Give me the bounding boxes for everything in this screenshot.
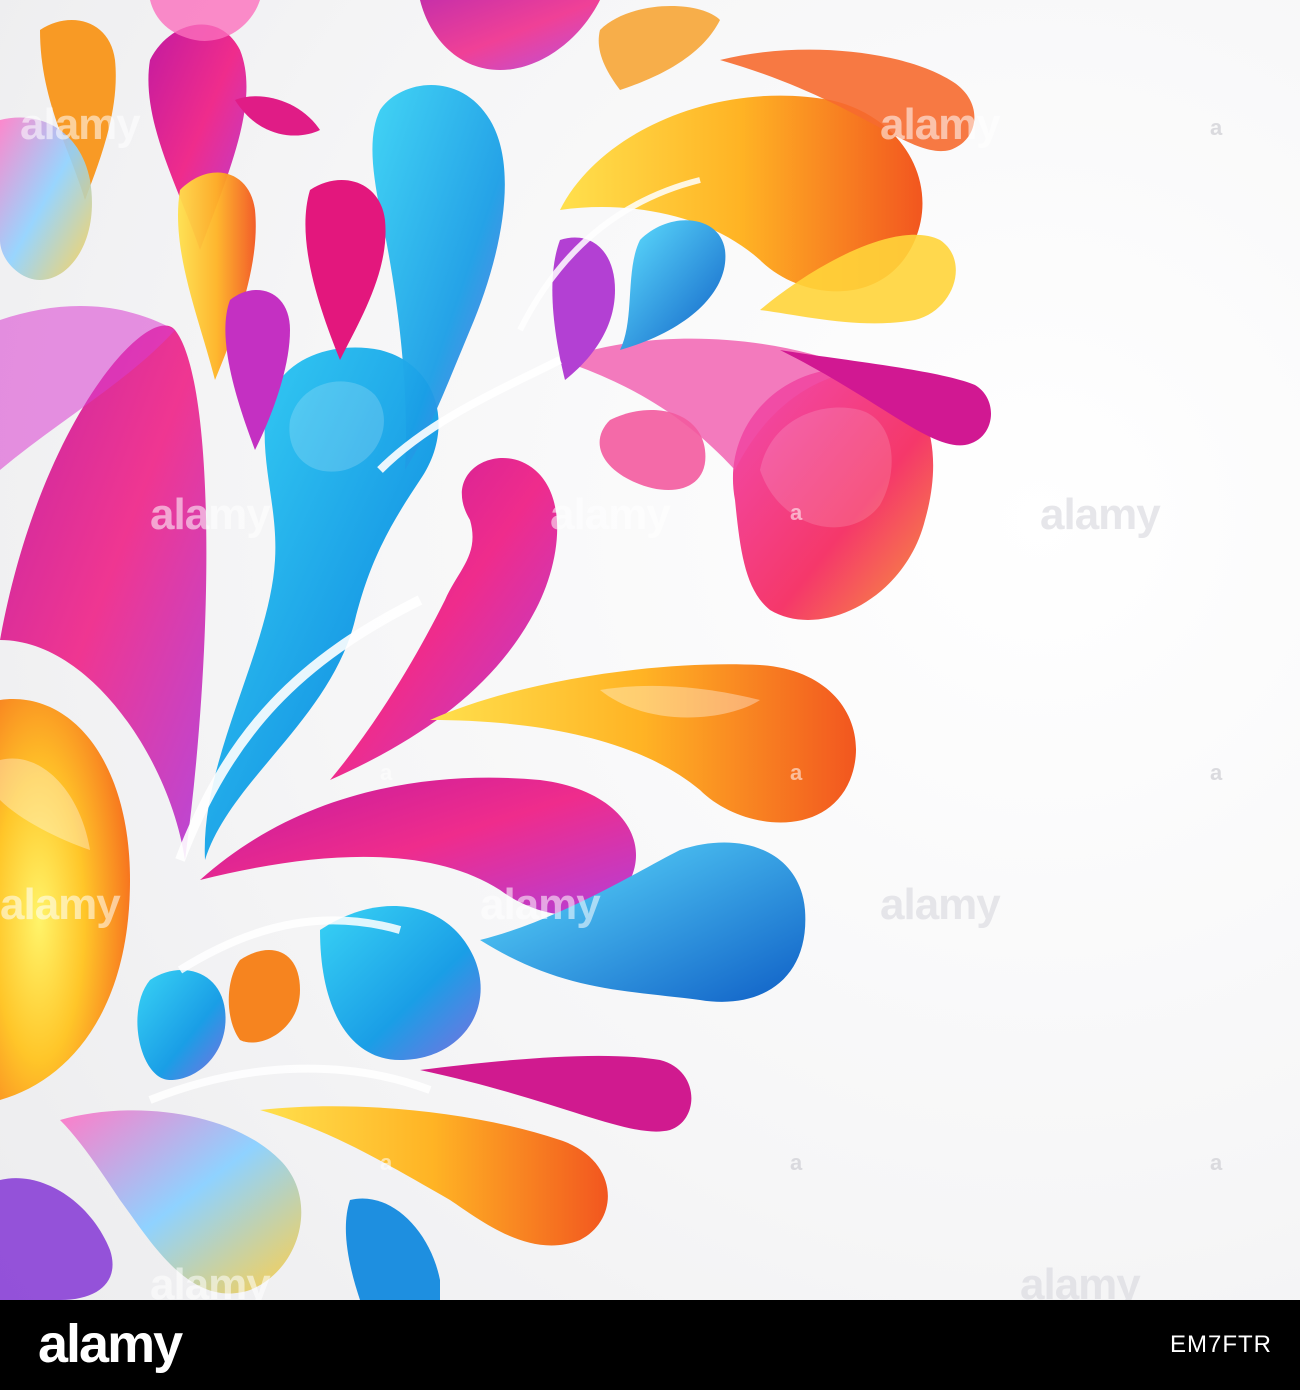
footer-bar: alamy EM7FTR — [0, 1300, 1300, 1390]
brand-logo: alamy — [38, 1314, 183, 1374]
image-id: EM7FTR — [1170, 1331, 1272, 1358]
stock-image-page: alamy alamy alamy alamy alamy alamy alam… — [0, 0, 1300, 1390]
drop-pattern-illustration — [0, 0, 992, 1300]
colorful-drop-artwork: alamy alamy alamy alamy alamy alamy alam… — [0, 0, 1300, 1300]
